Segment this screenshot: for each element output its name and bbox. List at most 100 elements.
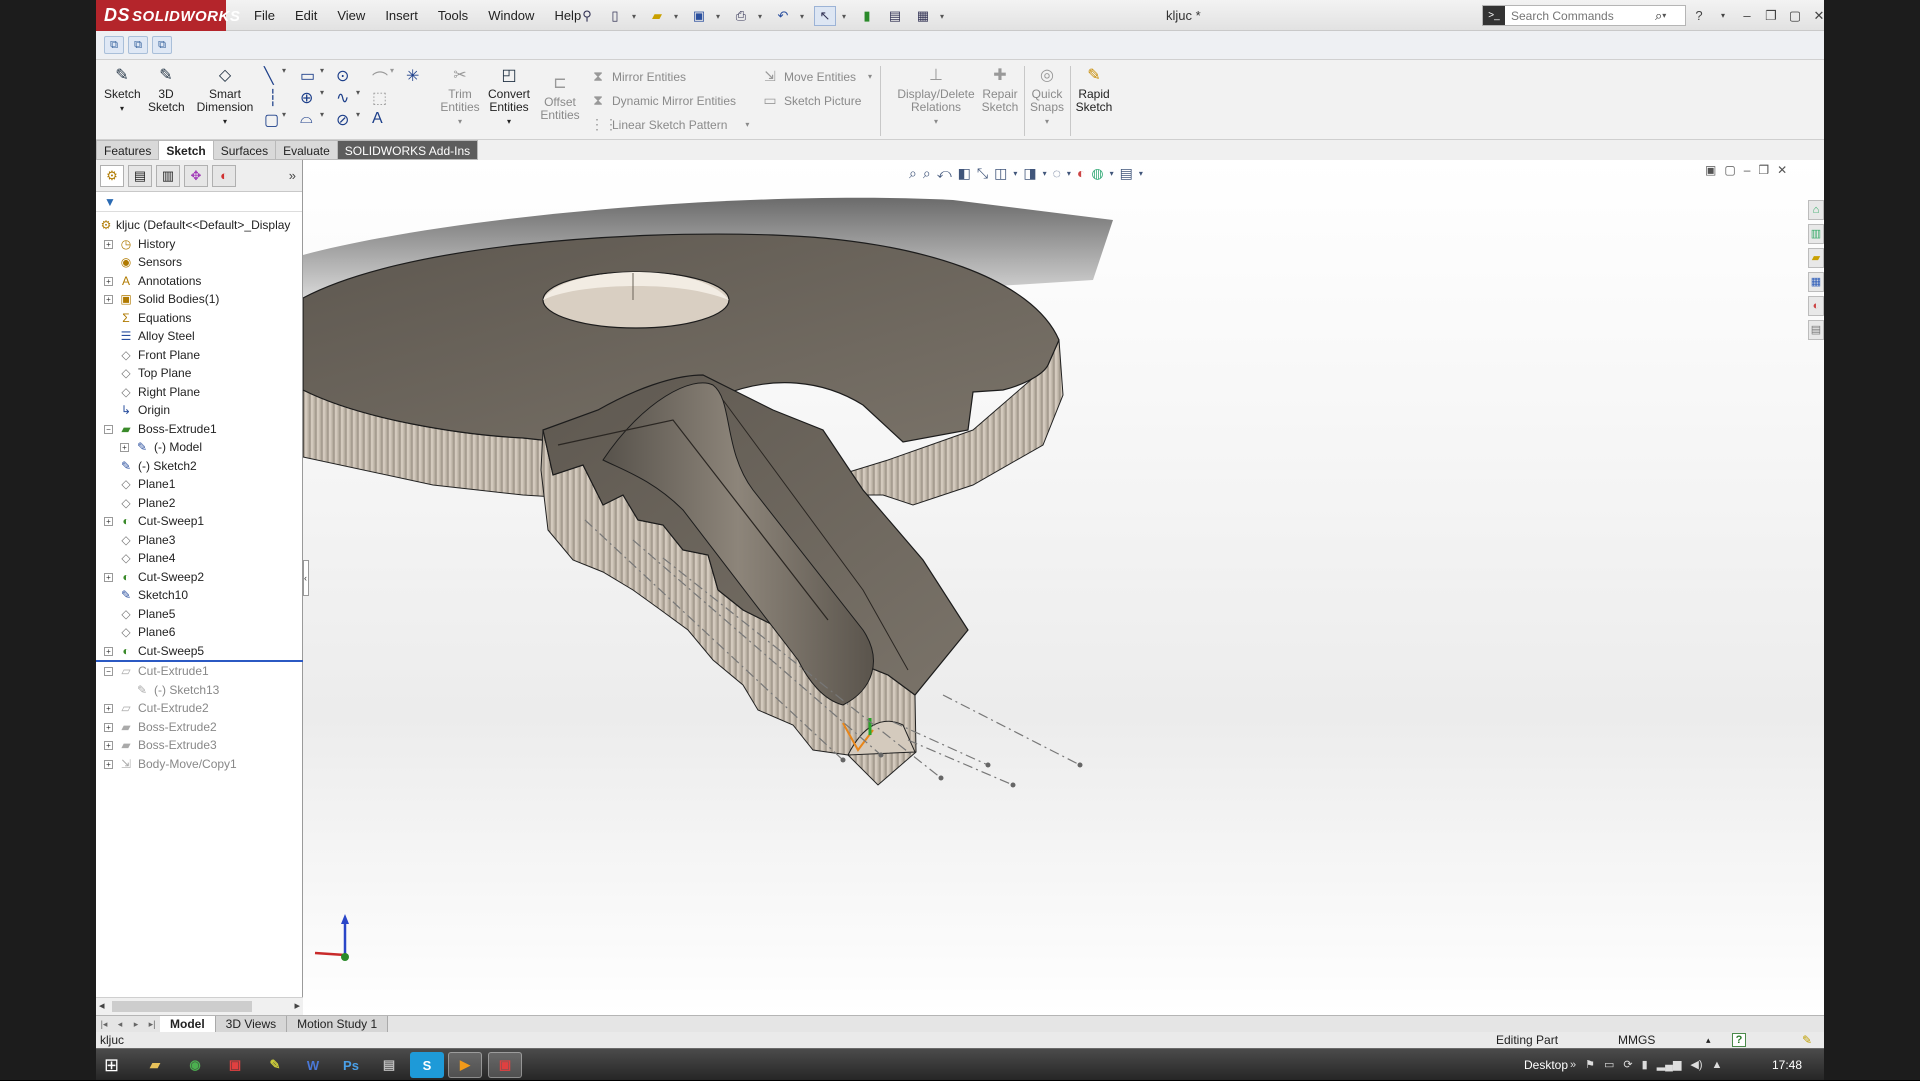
tab-3d-views[interactable]: 3D Views — [215, 1016, 288, 1032]
word-taskbar-icon[interactable]: W — [296, 1052, 330, 1078]
expand-icon[interactable]: + — [120, 443, 129, 452]
tree-item[interactable]: + ◐ Cut-Sweep5 — [96, 642, 303, 661]
tree-item[interactable]: + ▱ Cut-Extrude2 — [96, 699, 303, 718]
tree-item[interactable]: + ▰ Boss-Extrude2 — [96, 718, 303, 737]
undo-icon[interactable]: ↶ — [772, 6, 794, 26]
tray-drive-icon[interactable]: ▲ — [1712, 1049, 1723, 1081]
display-delete-relations-button[interactable]: ⊥ Display/Delete Relations ▾ — [896, 66, 976, 128]
quick-tips-icon[interactable]: ? — [1732, 1033, 1746, 1047]
help-dropdown-icon[interactable]: ▾ — [1716, 11, 1730, 20]
minimize-icon[interactable]: – — [1740, 8, 1754, 23]
spline-dropdown-icon[interactable]: ▾ — [356, 88, 360, 97]
solidworks-resources-icon[interactable]: ⌂ — [1808, 200, 1824, 220]
graphics-area[interactable]: ⌕ ⌕ ⤺ ◧ ⤡ ◫ ▾ ◨ ▾ ◌ ▾ ◐ ◍ ▾ ▤ ▾ ▣ ▢ – ❐ ✕ ⌂ ▥… — [303, 160, 1824, 1015]
rectangle-dropdown-icon[interactable]: ▾ — [320, 66, 324, 75]
tree-item[interactable]: ✎ (-) Sketch2 — [96, 457, 303, 476]
toolbar-toggle-icon-1[interactable]: ⧉ — [104, 36, 124, 54]
tree-item[interactable]: + ◐ Cut-Sweep1 — [96, 512, 303, 531]
new-document-icon[interactable]: ▯ — [604, 6, 626, 26]
sketch-button[interactable]: ✎ Sketch ▾ — [104, 66, 141, 115]
apply-scene-dropdown-icon[interactable]: ▾ — [1110, 169, 1114, 178]
tree-item[interactable]: ◇ Plane3 — [96, 531, 303, 550]
file-properties-icon[interactable]: ▤ — [884, 6, 906, 26]
3d-sketch-button[interactable]: ✎ 3D Sketch — [148, 66, 185, 114]
next-tab-icon[interactable]: ▸ — [128, 1016, 144, 1032]
restore-icon[interactable]: ❐ — [1764, 8, 1778, 24]
file-explorer-taskbar-icon[interactable]: ▰ — [138, 1052, 172, 1078]
polygon-icon[interactable]: ▢ — [264, 110, 279, 130]
tab-surfaces[interactable]: Surfaces — [213, 140, 277, 160]
zoom-to-area-icon[interactable]: ⌕ — [923, 165, 931, 182]
save-dropdown-icon[interactable]: ▾ — [716, 12, 724, 21]
expand-icon[interactable]: + — [104, 572, 113, 582]
smart-dimension-button[interactable]: ◇ Smart Dimension ▾ — [194, 66, 256, 128]
appearances-scenes-icon[interactable]: ◐ — [1808, 296, 1824, 316]
toolbar-toggle-icon-2[interactable]: ⧉ — [128, 36, 148, 54]
prev-tab-icon[interactable]: ◂ — [112, 1016, 128, 1032]
arc-icon[interactable]: ⌓ — [300, 110, 313, 128]
move-dropdown-icon[interactable]: ▾ — [868, 72, 872, 81]
trim-entities-button[interactable]: ✂ Trim Entities ▾ — [440, 66, 480, 128]
tree-item[interactable]: + ◐ Cut-Sweep2 — [96, 568, 303, 587]
expand-icon[interactable]: + — [104, 276, 113, 286]
media-player-taskbar-icon[interactable]: ▶ — [448, 1052, 482, 1078]
edit-appearance-icon[interactable]: ◐ — [1077, 165, 1085, 181]
viewport-tile-icon[interactable]: ▢ — [1724, 163, 1735, 177]
dimxpert-manager-icon[interactable]: ✥ — [184, 164, 208, 187]
first-tab-icon[interactable]: |◂ — [96, 1016, 112, 1032]
slot-icon[interactable]: ⊙ — [336, 66, 349, 86]
tree-item[interactable]: ✎ (-) Sketch13 — [96, 681, 303, 700]
collapse-icon[interactable]: − — [104, 424, 113, 434]
tree-item[interactable]: ◇ Right Plane — [96, 383, 303, 402]
expand-icon[interactable]: + — [104, 722, 113, 732]
tree-filter[interactable]: ▼ — [96, 192, 302, 212]
expand-icon[interactable]: + — [104, 295, 113, 304]
menu-edit[interactable]: Edit — [285, 0, 327, 31]
view-settings-icon[interactable]: ▤ — [1120, 165, 1133, 182]
viewport-minimize-icon[interactable]: – — [1744, 163, 1751, 177]
save-icon[interactable]: ▣ — [688, 6, 710, 26]
desktop-toolbar-label[interactable]: Desktop — [1524, 1049, 1568, 1081]
tab-model[interactable]: Model — [160, 1016, 216, 1032]
display-style-icon[interactable]: ◨ — [1023, 165, 1036, 182]
mirror-entities-button[interactable]: ⧗ Mirror Entities — [590, 68, 686, 85]
view-palette-icon[interactable]: ▦ — [1808, 272, 1824, 292]
sketch-picture-button[interactable]: ▭ Sketch Picture — [762, 92, 861, 109]
photoshop-taskbar-icon[interactable]: Ps — [334, 1052, 368, 1078]
scrollbar-thumb[interactable] — [112, 1001, 252, 1012]
scroll-right-icon[interactable]: ▸ — [294, 999, 300, 1012]
tab-evaluate[interactable]: Evaluate — [276, 140, 338, 160]
line-icon[interactable]: ╲ — [264, 66, 274, 86]
section-view-icon[interactable]: ◧ — [958, 165, 971, 182]
fillet-dropdown-icon[interactable]: ▾ — [390, 66, 394, 75]
tray-battery-icon[interactable]: ▮ — [1642, 1049, 1648, 1081]
point-icon[interactable]: ✳ — [406, 66, 419, 86]
linear-pattern-dropdown-icon[interactable]: ▾ — [745, 120, 749, 129]
expand-icon[interactable]: + — [104, 704, 113, 713]
menu-file[interactable]: File — [244, 0, 285, 31]
display-style-dropdown-icon[interactable]: ▾ — [1043, 169, 1047, 178]
convert-dropdown-icon[interactable]: ▾ — [507, 117, 511, 126]
quick-snaps-dropdown-icon[interactable]: ▾ — [1045, 117, 1049, 126]
view-orientation-icon[interactable]: ◫ — [994, 165, 1007, 182]
line-dropdown-icon[interactable]: ▾ — [282, 66, 286, 75]
skype-taskbar-icon[interactable]: S — [410, 1052, 444, 1078]
tree-item[interactable]: + ◷ History — [96, 235, 303, 254]
hide-show-dropdown-icon[interactable]: ▾ — [1067, 169, 1071, 178]
open-dropdown-icon[interactable]: ▾ — [674, 12, 682, 21]
tree-item[interactable]: + ⇲ Body-Move/Copy1 — [96, 755, 303, 774]
tree-item[interactable]: ◇ Plane6 — [96, 623, 303, 642]
circle-dropdown-icon[interactable]: ▾ — [320, 88, 324, 97]
tree-item[interactable]: ◇ Plane5 — [96, 605, 303, 624]
arc-dropdown-icon[interactable]: ▾ — [320, 110, 324, 119]
tree-item[interactable]: ↳ Origin — [96, 401, 303, 420]
dynamic-mirror-button[interactable]: ⧗ Dynamic Mirror Entities — [590, 92, 736, 109]
tree-root-part[interactable]: ⚙ kljuc (Default<<Default>_Display — [96, 216, 303, 235]
view-settings-dropdown-icon[interactable]: ▾ — [1139, 169, 1143, 178]
print-dropdown-icon[interactable]: ▾ — [758, 12, 766, 21]
circle-icon[interactable]: ⊕ — [300, 88, 313, 108]
viewport-close-icon[interactable]: ✕ — [1777, 163, 1787, 177]
repair-sketch-button[interactable]: ✚ Repair Sketch — [980, 66, 1020, 114]
select-cursor-icon[interactable]: ↖ — [814, 6, 836, 26]
tree-item[interactable]: ☰ Alloy Steel — [96, 327, 303, 346]
